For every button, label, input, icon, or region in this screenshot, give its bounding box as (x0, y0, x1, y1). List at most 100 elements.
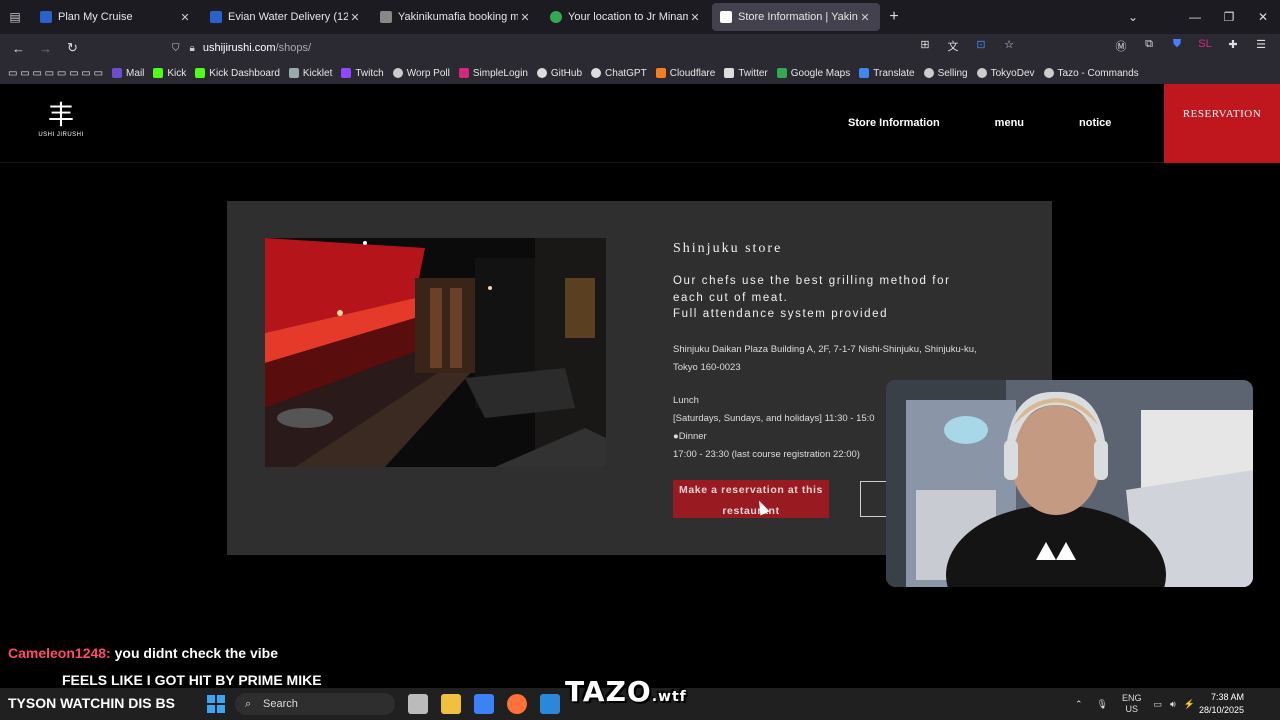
bookmark-star-icon[interactable]: ☆ (998, 38, 1020, 56)
close-tab-icon[interactable]: ✕ (858, 11, 872, 24)
windows-start-icon[interactable] (207, 695, 225, 713)
volume-icon[interactable]: 🔊︎ (1170, 699, 1176, 710)
close-tab-icon[interactable]: ✕ (348, 11, 362, 24)
bookmark-folder-icon[interactable]: ▭ ▭ ▭ ▭ ▭ ▭ ▭ ▭ (8, 68, 103, 79)
new-tab-icon[interactable]: + (880, 8, 908, 26)
bookmarks-bar: ▭ ▭ ▭ ▭ ▭ ▭ ▭ ▭ Mail Kick Kick Dashboard… (0, 62, 1280, 84)
chat-text: you didnt check the vibe (110, 645, 278, 661)
bookmark-selling[interactable]: Selling (923, 68, 968, 79)
bookmark-tazo-commands[interactable]: Tazo - Commands (1043, 68, 1139, 79)
store-icon[interactable] (540, 694, 560, 714)
bookmark-kick[interactable]: Kick (153, 68, 186, 79)
tab-title: Your location to Jr Minami Shin (568, 11, 688, 23)
bookmark-cloudflare[interactable]: Cloudflare (655, 68, 715, 79)
nav-notice[interactable]: notice (1079, 117, 1111, 129)
reservation-button-label: Make a reservation at this (679, 484, 823, 496)
bookmark-twitch[interactable]: Twitch (341, 68, 384, 79)
restore-icon[interactable]: ❐ (1212, 10, 1246, 24)
bookmark-kick-dashboard[interactable]: Kick Dashboard (195, 68, 280, 79)
copilot-icon[interactable] (474, 694, 494, 714)
translate-icon[interactable]: 文 (942, 38, 964, 56)
extension-translate-icon[interactable]: ⊡ (970, 38, 992, 56)
chat-message: Cameleon1248: you didnt check the vibe (8, 645, 278, 661)
reservation-button[interactable]: RESERVATION (1164, 84, 1280, 163)
bookmark-tokyodev[interactable]: TokyoDev (976, 67, 1035, 79)
reader-view-icon[interactable]: ⊞ (914, 38, 936, 56)
minimize-icon[interactable]: — (1178, 10, 1212, 24)
close-tab-icon[interactable]: ✕ (178, 11, 192, 24)
search-icon: ⌕ (245, 697, 252, 710)
bookmark-chatgpt[interactable]: ChatGPT (591, 68, 647, 79)
streamer-webcam-image (886, 380, 1253, 587)
bookmark-mail[interactable]: Mail (112, 68, 144, 79)
nav-menu[interactable]: menu (995, 117, 1024, 129)
tazo-brand-watermark: TAZO.wtf (565, 675, 715, 713)
tab-title: Store Information | Yakiniku Ush (738, 11, 858, 23)
task-view-icon[interactable] (408, 694, 428, 714)
bookmark-kicklet[interactable]: Kicklet (288, 67, 333, 79)
bookmark-twitter[interactable]: Twitter (724, 67, 768, 79)
clock-date: 28/10/2025 (1198, 705, 1244, 715)
nav-store-information[interactable]: Store Information (848, 117, 940, 129)
tab-yakinikumafia[interactable]: Yakinikumafia booking member ✕ (372, 3, 540, 31)
tab-list-icon[interactable]: ▤ (0, 0, 30, 34)
bookmark-translate[interactable]: Translate (859, 67, 915, 79)
battery-icon[interactable]: ⚡ (1184, 699, 1195, 710)
bookmark-label: Kicklet (302, 67, 333, 79)
tab-plan-my-cruise[interactable]: Plan My Cruise ✕ (32, 3, 200, 31)
tab-maps[interactable]: Your location to Jr Minami Shin ✕ (542, 3, 710, 31)
bookmark-label: SimpleLogin (472, 67, 528, 79)
description-line: Full attendance system provided (673, 308, 889, 320)
bookmark-simplelogin[interactable]: SimpleLogin (458, 67, 528, 79)
file-explorer-icon[interactable] (441, 694, 461, 714)
mic-icon[interactable]: 🎙︎ (1097, 699, 1108, 710)
bookmark-label: Worp Poll (406, 67, 450, 79)
bitwarden-icon[interactable]: ⛊ (1166, 38, 1188, 56)
bookmark-label: Twitter (738, 67, 768, 79)
network-icon[interactable]: ▭ (1154, 699, 1163, 710)
tab-title: Yakinikumafia booking member (398, 11, 518, 23)
brand-name: TAZO (565, 675, 652, 708)
store-description: Our chefs use the best grilling method f… (673, 273, 977, 323)
tab-store-information[interactable]: Store Information | Yakiniku Ush ✕ (712, 3, 880, 31)
taskbar-search[interactable]: ⌕ Search (235, 693, 395, 715)
bookmark-worp-poll[interactable]: Worp Poll (392, 67, 450, 79)
firefox-icon[interactable] (507, 694, 527, 714)
system-tray: ⌃ 🎙︎ ENG US ▭ 🔊︎ ⚡ (1075, 693, 1195, 715)
close-tab-icon[interactable]: ✕ (518, 11, 532, 24)
tray-overflow-icon[interactable]: ⌃ (1075, 699, 1083, 710)
store-photo (265, 238, 606, 467)
tab-favicon (210, 11, 222, 23)
extensions-icon[interactable]: ⧉ (1138, 38, 1160, 56)
address-line: Shinjuku Daikan Plaza Building A, 2F, 7-… (673, 343, 977, 355)
bookmark-label: TokyoDev (990, 67, 1035, 79)
bookmark-label: Translate (873, 67, 915, 79)
description-line: each cut of meat. (673, 291, 789, 304)
puzzle-icon[interactable]: ✚ (1222, 38, 1244, 56)
site-logo[interactable]: 丰 USHI JIRUSHI (30, 102, 92, 138)
profile-m-icon[interactable]: Ⓜ (1110, 38, 1132, 56)
clock-time: 7:38 AM (1210, 692, 1244, 702)
stream-ticker: TYSON WATCHIN DIS BS (8, 695, 175, 711)
menu-icon[interactable]: ☰ (1250, 38, 1272, 56)
store-address: Shinjuku Daikan Plaza Building A, 2F, 7-… (673, 341, 977, 377)
restaurant-interior-image (265, 238, 606, 467)
bookmark-label: Mail (126, 67, 145, 79)
tab-overflow-chevron-icon[interactable]: ⌄ (1116, 10, 1150, 24)
simplelogin-icon[interactable]: SL (1194, 38, 1216, 56)
tab-evian[interactable]: Evian Water Delivery (12 or 24 I ✕ (202, 3, 370, 31)
bookmark-google-maps[interactable]: Google Maps (776, 68, 850, 79)
close-window-icon[interactable]: ✕ (1246, 10, 1280, 24)
description-line: Our chefs use the best grilling method f… (673, 275, 951, 287)
lang-region: US (1125, 704, 1138, 714)
taskbar-apps (408, 694, 573, 714)
close-tab-icon[interactable]: ✕ (688, 11, 702, 24)
bookmark-label: Kick (167, 67, 187, 79)
bookmark-github[interactable]: GitHub (536, 68, 582, 79)
bookmark-label: Kick Dashboard (209, 67, 280, 79)
toolbar-icons: ⊞ 文 ⊡ ☆ Ⓜ ⧉ ⛊ SL ✚ ☰ (0, 38, 1272, 56)
site-nav: Store Information menu notice (848, 117, 1166, 129)
make-reservation-button[interactable]: Make a reservation at this restaurant (673, 480, 829, 518)
language-indicator[interactable]: ENG US (1122, 693, 1142, 715)
taskbar-clock[interactable]: 7:38 AM 28/10/2025 (1199, 691, 1244, 717)
